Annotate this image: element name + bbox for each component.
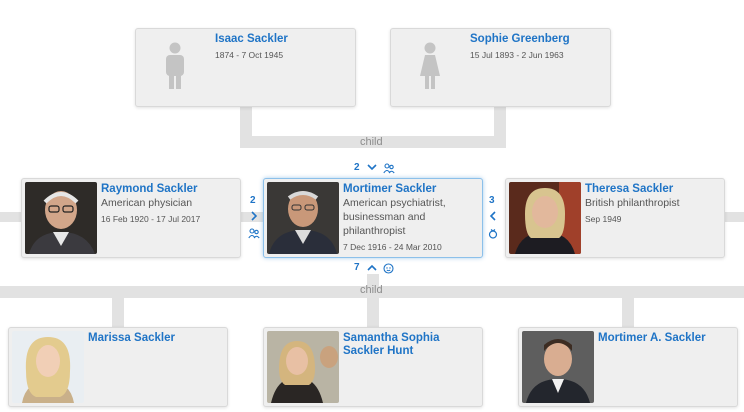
male-silhouette-icon: [166, 42, 184, 89]
female-silhouette-icon: [420, 42, 440, 89]
person-photo: [25, 182, 97, 254]
person-name[interactable]: Samantha Sophia Sackler Hunt: [343, 332, 479, 358]
parents-connector-left: [240, 104, 252, 140]
person-dates: Sep 1949: [585, 214, 622, 224]
person-photo: [12, 331, 84, 403]
siblings-icon[interactable]: [383, 163, 395, 174]
parents-connector-right: [494, 104, 506, 140]
chevron-down-icon[interactable]: [367, 163, 377, 171]
person-name[interactable]: Theresa Sackler: [585, 183, 673, 196]
person-dates: 7 Dec 1916 - 24 Mar 2010: [343, 242, 442, 252]
person-name[interactable]: Isaac Sackler: [215, 33, 288, 46]
child-drop-1: [112, 296, 124, 328]
spouses-count-left[interactable]: 2: [250, 195, 256, 206]
person-description: American physician: [101, 197, 193, 209]
child-relation-label-top: child: [360, 136, 383, 148]
child-relation-label-bottom: child: [360, 284, 383, 296]
person-photo: [267, 182, 339, 254]
children-count[interactable]: 7: [354, 262, 360, 273]
person-dates: 15 Jul 1893 - 2 Jun 1963: [470, 50, 564, 60]
person-description: British philanthropist: [585, 197, 680, 209]
person-dates: 16 Feb 1920 - 17 Jul 2017: [101, 214, 201, 224]
person-photo: [509, 182, 581, 254]
chevron-right-icon[interactable]: [250, 211, 258, 221]
person-card-mortimer-a-sackler[interactable]: Mortimer A. Sackler: [518, 327, 738, 407]
person-name[interactable]: Marissa Sackler: [88, 332, 175, 345]
person-photo: [267, 331, 339, 403]
person-name[interactable]: Sophie Greenberg: [470, 33, 570, 46]
person-name[interactable]: Mortimer Sackler: [343, 183, 436, 196]
person-name[interactable]: Mortimer A. Sackler: [598, 332, 706, 345]
spouses-count-right[interactable]: 3: [489, 195, 495, 206]
child-icon[interactable]: [383, 263, 394, 274]
siblings-count[interactable]: 2: [354, 162, 360, 173]
ring-icon[interactable]: [488, 228, 498, 239]
person-photo: [522, 331, 594, 403]
chevron-up-icon[interactable]: [367, 264, 377, 272]
person-card-samantha-sophia-sackler-hunt[interactable]: Samantha Sophia Sackler Hunt: [263, 327, 483, 407]
spouses-icon[interactable]: [248, 228, 260, 239]
person-card-sophie-greenberg[interactable]: Sophie Greenberg 15 Jul 1893 - 2 Jun 196…: [390, 28, 611, 107]
chevron-left-icon[interactable]: [489, 211, 497, 221]
person-card-marissa-sackler[interactable]: Marissa Sackler: [8, 327, 228, 407]
person-card-mortimer-sackler[interactable]: Mortimer Sackler American psychiatrist, …: [263, 178, 483, 258]
person-card-raymond-sackler[interactable]: Raymond Sackler American physician 16 Fe…: [21, 178, 241, 258]
person-card-theresa-sackler[interactable]: Theresa Sackler British philanthropist S…: [505, 178, 725, 258]
person-description: American psychiatrist, businessman and p…: [343, 197, 446, 237]
person-card-isaac-sackler[interactable]: Isaac Sackler 1874 - 7 Oct 1945: [135, 28, 356, 107]
person-name[interactable]: Raymond Sackler: [101, 183, 198, 196]
person-dates: 1874 - 7 Oct 1945: [215, 50, 284, 60]
child-drop-2: [367, 296, 379, 328]
child-drop-3: [622, 296, 634, 328]
